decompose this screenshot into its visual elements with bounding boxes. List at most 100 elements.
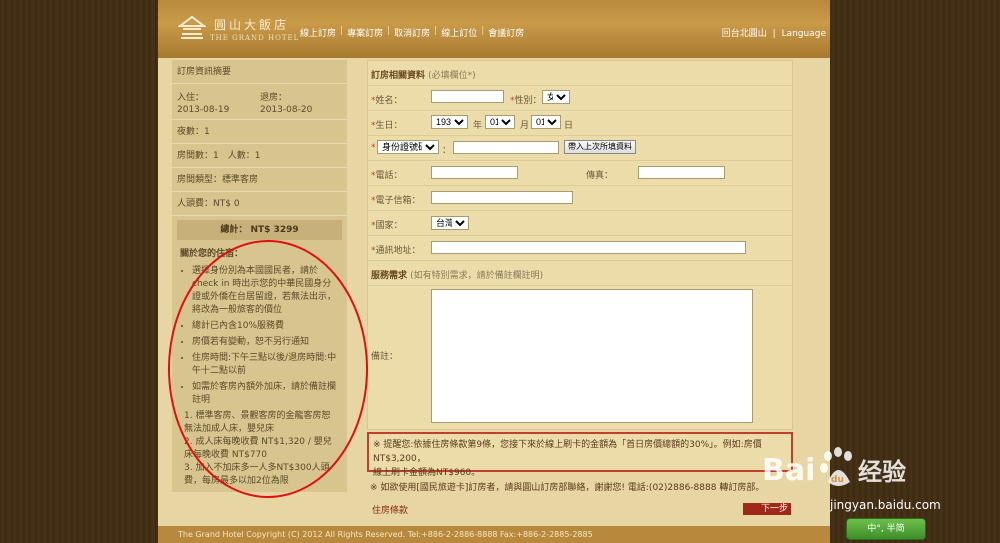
form-title-text: 訂房相關資料 <box>371 71 426 81</box>
nav-cancel-booking[interactable]: 取消訂房 <box>394 26 430 39</box>
birthday-label: *生日： <box>371 118 403 131</box>
phone-label: *電話： <box>371 168 403 181</box>
next-button[interactable]: 下一步 <box>743 503 791 515</box>
gender-label: *性別： <box>510 93 542 106</box>
payment-notice: ※ 提醒您:依據住房條款第9條，您接下來於線上刷卡的金額為「首日房價總額的30%… <box>367 432 793 478</box>
birthday-row: *生日： 1933 年 01 月 01 日 <box>368 110 792 136</box>
fax-input[interactable] <box>638 166 725 179</box>
country-select[interactable]: 台灣 <box>431 216 469 230</box>
remark-textarea[interactable] <box>431 289 753 423</box>
header: 圓山大飯店 THE GRAND HOTEL 線上訂房 | 專案訂房 | 取消訂房… <box>158 0 830 58</box>
hotel-logo-icon <box>178 15 206 39</box>
sub-note-item: 2. 成人床每晚收費 NT$1,320 / 嬰兒床每晚收費 NT$770 <box>184 437 332 460</box>
terms-link[interactable]: 住房條款 <box>372 503 408 516</box>
service-title: 服務需求 (如有特別需求，請於備註欄註明) <box>371 268 543 281</box>
sub-note-item: 1. 標準客房、景觀客房的金龍客房恕無法加成人床，嬰兒床 <box>184 411 331 434</box>
checkout-label: 退房： <box>260 93 288 103</box>
logo-en: THE GRAND HOTEL <box>210 34 300 42</box>
name-row: *姓名： *性別： 女 <box>368 85 792 111</box>
nav-package-booking[interactable]: 專案訂房 <box>347 26 383 39</box>
checkin-date: 2013-08-19 <box>177 105 230 115</box>
ime-badge[interactable]: 中°, 半简 <box>846 518 926 540</box>
note-item: 如需於客房內額外加床，請於備註欄註明 <box>192 381 339 407</box>
address-label-text: 通訊地址： <box>375 246 421 256</box>
service-title-row: 服務需求 (如有特別需求，請於備註欄註明) <box>368 260 792 286</box>
gender-select[interactable]: 女 <box>542 90 570 104</box>
nav-separator: | <box>434 26 438 36</box>
summary-total: 總計： NT$ 3299 <box>177 220 342 240</box>
country-row: *國家： 台灣 <box>368 210 792 236</box>
id-type-select[interactable]: 身份證號碼 <box>377 140 439 154</box>
id-number-input[interactable] <box>453 141 559 154</box>
address-input[interactable] <box>431 241 746 254</box>
birth-month-select[interactable]: 01 <box>485 115 515 129</box>
remark-row: 備註： <box>368 285 792 429</box>
travel-card-note: ※ 如欲使用[國民旅遊卡]訂房者，請與圓山訂房部聯絡，謝謝您! 電話:(02)2… <box>370 483 765 493</box>
checkout-date: 2013-08-20 <box>260 105 313 115</box>
name-label: *姓名： <box>371 93 403 106</box>
fill-previous-button[interactable]: 帶入上次所填資料 <box>564 140 636 154</box>
top-link-separator: | <box>772 29 776 39</box>
phone-label-text: 電話： <box>375 171 403 181</box>
page: 圓山大飯店 THE GRAND HOTEL 線上訂房 | 專案訂房 | 取消訂房… <box>158 0 830 543</box>
summary-rooms-people: 房間數：1 人數：1 <box>172 144 347 168</box>
email-row: *電子信箱： <box>368 185 792 211</box>
summary-per-person: 人頭費：NT$ 0 <box>172 192 347 216</box>
service-title-text: 服務需求 <box>371 271 408 281</box>
required-mark: * <box>371 143 376 153</box>
summary-title: 訂房資訊摘要 <box>172 60 347 84</box>
birthday-label-text: 生日： <box>375 121 403 131</box>
notes-list: 選擇身份別為本國國民者，請於 check in 時出示您的中華民國身分證或外僑在… <box>180 265 339 407</box>
summary-dates: 入住： 退房： 2013-08-19 2013-08-20 <box>172 84 347 120</box>
birth-day-select[interactable]: 01 <box>531 115 561 129</box>
nav-online-booking[interactable]: 線上訂房 <box>300 26 336 39</box>
phone-input[interactable] <box>431 166 518 179</box>
email-input[interactable] <box>431 191 573 204</box>
booking-form: 訂房相關資料 (必填欄位*) *姓名： *性別： 女 *生日： 1933 年 0… <box>367 60 793 430</box>
gender-label-text: 性別： <box>514 96 542 106</box>
right-background <box>830 0 1000 543</box>
note-item: 房價若有變動，恕不另行通知 <box>192 336 339 349</box>
notice-line-1: ※ 提醒您:依據住房條款第9條，您接下來於線上刷卡的金額為「首日房價總額的30%… <box>373 440 762 464</box>
notes-title: 關於您的住宿： <box>180 249 244 259</box>
nav-separator: | <box>387 26 391 36</box>
note-item: 選擇身份別為本國國民者，請於 check in 時出示您的中華民國身分證或外僑在… <box>192 265 339 317</box>
year-unit: 年 <box>473 121 483 131</box>
day-unit: 日 <box>564 121 574 131</box>
form-title-sub: (必填欄位*) <box>428 71 476 81</box>
id-colon: ： <box>442 146 452 156</box>
note-item: 住房時間:下午三點以後/退房時間:中午十二點以前 <box>192 352 339 378</box>
sub-notes: 1. 標準客房、景觀客房的金龍客房恕無法加成人床，嬰兒床 2. 成人床每晚收費 … <box>180 410 339 488</box>
logo-cn: 圓山大飯店 <box>214 18 290 32</box>
left-background <box>0 0 158 543</box>
country-label: *國家： <box>371 218 403 231</box>
nav-separator: | <box>481 26 485 36</box>
fax-label: 傳真： <box>586 171 614 181</box>
id-row: * 身份證號碼 ： 帶入上次所填資料 <box>368 135 792 161</box>
stay-notes: 關於您的住宿： 選擇身份別為本國國民者，請於 check in 時出示您的中華民… <box>172 244 347 492</box>
link-language[interactable]: Language <box>782 29 826 39</box>
form-title-row: 訂房相關資料 (必填欄位*) <box>368 61 792 86</box>
summary-nights: 夜數：1 <box>172 120 347 144</box>
link-back-grand-hotel[interactable]: 回台北圓山 <box>722 29 767 39</box>
email-label: *電子信箱： <box>371 193 421 206</box>
notice-line-2: 線上刷卡金額為NT$960。 <box>373 468 481 478</box>
service-title-sub: (如有特別需求，請於備註欄註明) <box>410 271 544 281</box>
checkin-label: 入住： <box>177 93 205 103</box>
nav-meeting-booking[interactable]: 會議訂房 <box>488 26 524 39</box>
birth-year-select[interactable]: 1933 <box>431 115 468 129</box>
nav-separator: | <box>340 26 344 36</box>
footer: The Grand Hotel Copyright (C) 2012 All R… <box>158 526 830 543</box>
address-row: *通訊地址： <box>368 235 792 261</box>
summary-room-type: 房間類型：標準客房 <box>172 168 347 192</box>
email-label-text: 電子信箱： <box>375 196 421 206</box>
remark-label: 備註： <box>371 352 399 362</box>
name-input[interactable] <box>431 90 504 103</box>
sub-note-item: 3. 加入不加床多一人多NT$300人頭費，每房最多以加2位為限 <box>184 463 330 486</box>
note-item: 總計已內含10%服務費 <box>192 320 339 333</box>
month-unit: 月 <box>520 121 530 131</box>
name-label-text: 姓名： <box>375 96 403 106</box>
phone-row: *電話： 傳真： <box>368 160 792 186</box>
main-nav: 線上訂房 | 專案訂房 | 取消訂房 | 線上訂位 | 會議訂房 <box>300 26 524 39</box>
nav-online-reservation[interactable]: 線上訂位 <box>441 26 477 39</box>
